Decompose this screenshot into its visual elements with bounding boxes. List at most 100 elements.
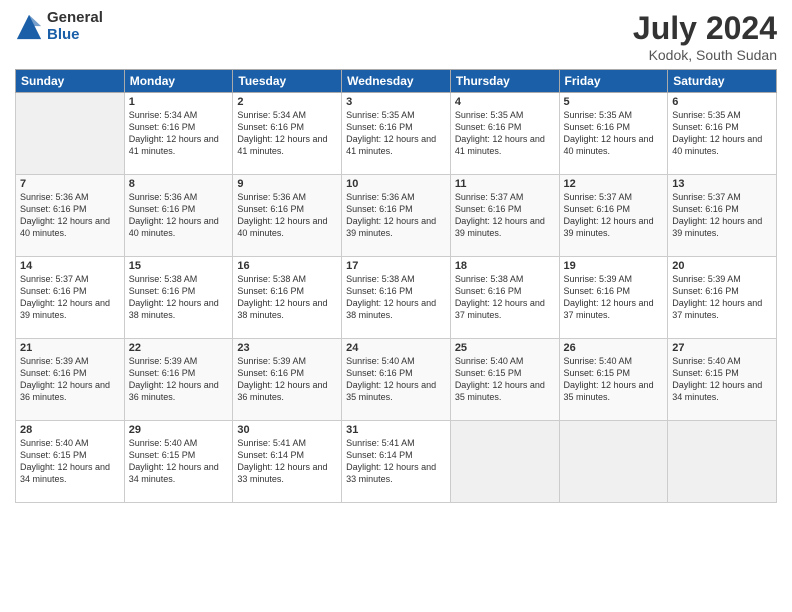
calendar-cell: 1Sunrise: 5:34 AMSunset: 6:16 PMDaylight… <box>124 93 233 175</box>
location-title: Kodok, South Sudan <box>633 47 777 63</box>
day-number: 1 <box>129 96 229 108</box>
calendar-cell: 4Sunrise: 5:35 AMSunset: 6:16 PMDaylight… <box>450 93 559 175</box>
calendar-cell: 27Sunrise: 5:40 AMSunset: 6:15 PMDayligh… <box>668 339 777 421</box>
day-info: Sunrise: 5:34 AMSunset: 6:16 PMDaylight:… <box>237 109 337 158</box>
day-info: Sunrise: 5:40 AMSunset: 6:16 PMDaylight:… <box>346 355 446 404</box>
day-number: 22 <box>129 342 229 354</box>
calendar-cell: 19Sunrise: 5:39 AMSunset: 6:16 PMDayligh… <box>559 257 668 339</box>
calendar-header-friday: Friday <box>559 70 668 93</box>
logo-text: General Blue <box>47 10 103 43</box>
title-block: July 2024 Kodok, South Sudan <box>633 10 777 63</box>
logo-blue: Blue <box>47 27 103 44</box>
day-number: 24 <box>346 342 446 354</box>
calendar-cell: 3Sunrise: 5:35 AMSunset: 6:16 PMDaylight… <box>342 93 451 175</box>
calendar-header-sunday: Sunday <box>16 70 125 93</box>
day-info: Sunrise: 5:40 AMSunset: 6:15 PMDaylight:… <box>672 355 772 404</box>
day-info: Sunrise: 5:40 AMSunset: 6:15 PMDaylight:… <box>564 355 664 404</box>
day-info: Sunrise: 5:34 AMSunset: 6:16 PMDaylight:… <box>129 109 229 158</box>
day-info: Sunrise: 5:39 AMSunset: 6:16 PMDaylight:… <box>129 355 229 404</box>
day-info: Sunrise: 5:36 AMSunset: 6:16 PMDaylight:… <box>129 191 229 240</box>
calendar-cell <box>668 421 777 503</box>
week-row-2: 7 Sunrise: 5:36 AMSunset: 6:16 PMDaylight… <box>16 175 777 257</box>
page: General Blue July 2024 Kodok, South Suda… <box>0 0 792 612</box>
week-row-4: 21Sunrise: 5:39 AMSunset: 6:16 PMDayligh… <box>16 339 777 421</box>
calendar-header-wednesday: Wednesday <box>342 70 451 93</box>
day-number: 5 <box>564 96 664 108</box>
day-info: Sunrise: 5:37 AMSunset: 6:16 PMDaylight:… <box>455 191 555 240</box>
day-info: Sunrise: 5:39 AMSunset: 6:16 PMDaylight:… <box>20 355 120 404</box>
calendar-cell: 22Sunrise: 5:39 AMSunset: 6:16 PMDayligh… <box>124 339 233 421</box>
calendar-cell: 30Sunrise: 5:41 AMSunset: 6:14 PMDayligh… <box>233 421 342 503</box>
day-number: 17 <box>346 260 446 272</box>
calendar-cell: 26Sunrise: 5:40 AMSunset: 6:15 PMDayligh… <box>559 339 668 421</box>
day-info: Sunrise: 5:37 AMSunset: 6:16 PMDaylight:… <box>672 191 772 240</box>
calendar-cell: 16Sunrise: 5:38 AMSunset: 6:16 PMDayligh… <box>233 257 342 339</box>
day-number: 15 <box>129 260 229 272</box>
day-number: 11 <box>455 178 555 190</box>
day-info: Sunrise: 5:38 AMSunset: 6:16 PMDaylight:… <box>129 273 229 322</box>
calendar-cell: 11Sunrise: 5:37 AMSunset: 6:16 PMDayligh… <box>450 175 559 257</box>
day-info: Sunrise: 5:37 AMSunset: 6:16 PMDaylight:… <box>564 191 664 240</box>
calendar-cell: 5Sunrise: 5:35 AMSunset: 6:16 PMDaylight… <box>559 93 668 175</box>
day-info: Sunrise: 5:35 AMSunset: 6:16 PMDaylight:… <box>346 109 446 158</box>
calendar-cell: 14Sunrise: 5:37 AMSunset: 6:16 PMDayligh… <box>16 257 125 339</box>
day-info: Sunrise: 5:41 AMSunset: 6:14 PMDaylight:… <box>237 437 337 486</box>
day-number: 9 <box>237 178 337 190</box>
day-number: 3 <box>346 96 446 108</box>
calendar-cell: 9Sunrise: 5:36 AMSunset: 6:16 PMDaylight… <box>233 175 342 257</box>
day-number: 26 <box>564 342 664 354</box>
calendar-cell: 21Sunrise: 5:39 AMSunset: 6:16 PMDayligh… <box>16 339 125 421</box>
logo-icon <box>15 13 43 41</box>
calendar-cell: 6Sunrise: 5:35 AMSunset: 6:16 PMDaylight… <box>668 93 777 175</box>
day-info: Sunrise: 5:41 AMSunset: 6:14 PMDaylight:… <box>346 437 446 486</box>
day-info: Sunrise: 5:35 AMSunset: 6:16 PMDaylight:… <box>455 109 555 158</box>
day-number: 13 <box>672 178 772 190</box>
logo: General Blue <box>15 10 103 43</box>
day-info: Sunrise: 5:37 AMSunset: 6:16 PMDaylight:… <box>20 273 120 322</box>
day-number: 29 <box>129 424 229 436</box>
day-number: 27 <box>672 342 772 354</box>
calendar-cell: 15Sunrise: 5:38 AMSunset: 6:16 PMDayligh… <box>124 257 233 339</box>
day-info: Sunrise: 5:39 AMSunset: 6:16 PMDaylight:… <box>237 355 337 404</box>
day-info: Sunrise: 5:35 AMSunset: 6:16 PMDaylight:… <box>672 109 772 158</box>
calendar-cell: 20Sunrise: 5:39 AMSunset: 6:16 PMDayligh… <box>668 257 777 339</box>
logo-general: General <box>47 10 103 27</box>
calendar-header-row: SundayMondayTuesdayWednesdayThursdayFrid… <box>16 70 777 93</box>
calendar-cell: 28Sunrise: 5:40 AMSunset: 6:15 PMDayligh… <box>16 421 125 503</box>
day-number: 21 <box>20 342 120 354</box>
calendar-header-tuesday: Tuesday <box>233 70 342 93</box>
calendar-cell: 31Sunrise: 5:41 AMSunset: 6:14 PMDayligh… <box>342 421 451 503</box>
calendar-cell: 17Sunrise: 5:38 AMSunset: 6:16 PMDayligh… <box>342 257 451 339</box>
calendar-cell <box>450 421 559 503</box>
calendar-cell: 23Sunrise: 5:39 AMSunset: 6:16 PMDayligh… <box>233 339 342 421</box>
calendar-cell: 25Sunrise: 5:40 AMSunset: 6:15 PMDayligh… <box>450 339 559 421</box>
week-row-3: 14Sunrise: 5:37 AMSunset: 6:16 PMDayligh… <box>16 257 777 339</box>
calendar-cell: 7Sunrise: 5:36 AMSunset: 6:16 PMDaylight… <box>16 175 125 257</box>
day-number: 25 <box>455 342 555 354</box>
day-info: Sunrise: 5:38 AMSunset: 6:16 PMDaylight:… <box>237 273 337 322</box>
day-number: 31 <box>346 424 446 436</box>
calendar-cell: 29Sunrise: 5:40 AMSunset: 6:15 PMDayligh… <box>124 421 233 503</box>
header: General Blue July 2024 Kodok, South Suda… <box>15 10 777 63</box>
calendar-cell: 13Sunrise: 5:37 AMSunset: 6:16 PMDayligh… <box>668 175 777 257</box>
day-number: 7 <box>20 178 120 190</box>
day-info: Sunrise: 5:40 AMSunset: 6:15 PMDaylight:… <box>129 437 229 486</box>
day-info: Sunrise: 5:36 AMSunset: 6:16 PMDaylight:… <box>346 191 446 240</box>
day-number: 4 <box>455 96 555 108</box>
calendar-cell: 10Sunrise: 5:36 AMSunset: 6:16 PMDayligh… <box>342 175 451 257</box>
week-row-1: 1Sunrise: 5:34 AMSunset: 6:16 PMDaylight… <box>16 93 777 175</box>
day-number: 16 <box>237 260 337 272</box>
day-number: 28 <box>20 424 120 436</box>
day-number: 20 <box>672 260 772 272</box>
calendar-cell: 24Sunrise: 5:40 AMSunset: 6:16 PMDayligh… <box>342 339 451 421</box>
calendar-cell <box>559 421 668 503</box>
day-number: 10 <box>346 178 446 190</box>
day-number: 18 <box>455 260 555 272</box>
calendar-header-thursday: Thursday <box>450 70 559 93</box>
calendar-cell: 12Sunrise: 5:37 AMSunset: 6:16 PMDayligh… <box>559 175 668 257</box>
day-number: 30 <box>237 424 337 436</box>
calendar-header-monday: Monday <box>124 70 233 93</box>
day-info: Sunrise: 5:38 AMSunset: 6:16 PMDaylight:… <box>346 273 446 322</box>
calendar: SundayMondayTuesdayWednesdayThursdayFrid… <box>15 69 777 503</box>
day-info: Sunrise: 5:40 AMSunset: 6:15 PMDaylight:… <box>455 355 555 404</box>
